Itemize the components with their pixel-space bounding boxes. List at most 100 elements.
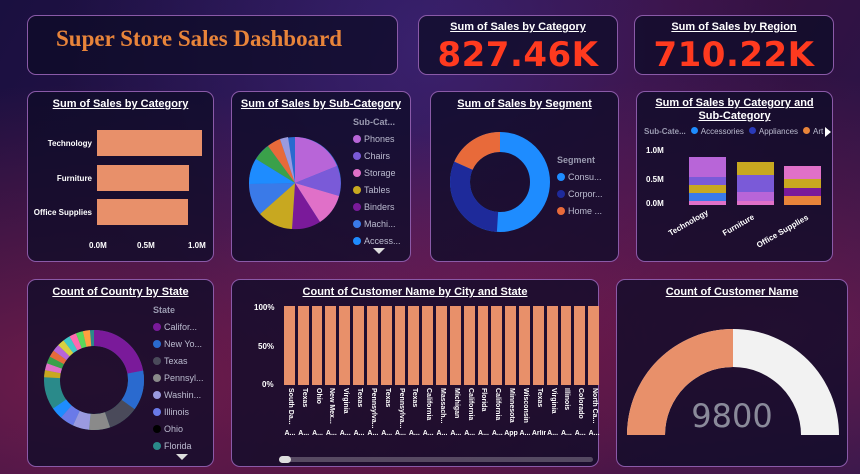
state-donut-card[interactable]: Count of Country by State State Califor.… xyxy=(27,279,214,467)
stack-segment xyxy=(689,157,726,177)
legend-item[interactable]: Califor... xyxy=(153,318,204,335)
state-label: Appl... xyxy=(504,430,518,437)
x-tick-0: 0.0M xyxy=(89,241,107,250)
legend-item[interactable]: Access... xyxy=(353,232,401,249)
customer-gauge-card[interactable]: Count of Customer Name 9800 xyxy=(616,279,848,467)
legend-label: Chairs xyxy=(364,150,391,161)
legend-label: Consu... xyxy=(568,171,602,182)
city-bar[interactable] xyxy=(546,306,558,385)
city-bar[interactable] xyxy=(588,306,599,385)
legend-item[interactable]: Art xyxy=(803,127,823,136)
city-bar[interactable] xyxy=(284,306,295,385)
subcategory-pie-title: Sum of Sales by Sub-Category xyxy=(240,98,402,110)
cat-subcat-title-line1: Sum of Sales by Category and xyxy=(655,97,814,109)
legend-swatch xyxy=(353,134,361,143)
legend-item[interactable]: Ohio xyxy=(153,420,204,437)
horizontal-scrollbar[interactable] xyxy=(279,456,593,463)
state-label: A... xyxy=(436,430,448,437)
legend-swatch xyxy=(353,185,361,194)
state-label: A... xyxy=(464,430,476,437)
city-bar[interactable] xyxy=(491,306,503,385)
kpi-region-card[interactable]: Sum of Sales by Region 710.22K xyxy=(634,15,834,75)
legend-next-icon[interactable] xyxy=(825,127,831,137)
scroll-down-icon[interactable] xyxy=(373,248,385,254)
bar-furniture[interactable] xyxy=(97,165,189,191)
city-bar[interactable] xyxy=(325,306,337,385)
legend-item[interactable]: Appliances xyxy=(748,127,799,136)
state-label: A... xyxy=(574,430,586,437)
city-bar[interactable] xyxy=(422,306,434,385)
state-label: A... xyxy=(588,430,600,437)
state-donut[interactable] xyxy=(42,328,146,432)
city-bar[interactable] xyxy=(380,306,392,385)
city-bar[interactable] xyxy=(477,306,489,385)
city-bar[interactable] xyxy=(394,306,406,385)
legend-item[interactable]: Pennsyl... xyxy=(153,369,204,386)
legend-item[interactable]: Corpor... xyxy=(557,185,603,202)
kpi-category-value: 827.46K xyxy=(437,35,599,75)
legend-label: Storage xyxy=(364,167,396,178)
legend-title: State xyxy=(153,304,176,315)
scroll-down-icon[interactable] xyxy=(176,454,188,460)
legend-swatch xyxy=(153,322,161,331)
bar-technology[interactable] xyxy=(97,130,202,156)
city-bar[interactable] xyxy=(574,306,586,385)
city-bar[interactable] xyxy=(560,306,572,385)
city-label: South Da... xyxy=(286,388,294,425)
legend-item[interactable]: Chairs xyxy=(353,147,401,164)
subcategory-pie-card[interactable]: Sum of Sales by Sub-Category Sub-Cat... … xyxy=(231,91,411,262)
legend-item[interactable]: Washin... xyxy=(153,386,204,403)
scrollbar-thumb[interactable] xyxy=(279,456,291,463)
city-bar[interactable] xyxy=(297,306,309,385)
state-label: A... xyxy=(450,430,462,437)
stack-segment xyxy=(784,187,821,197)
city-bar[interactable] xyxy=(505,306,517,385)
legend-label: Appliances xyxy=(758,127,799,136)
bar-office-supplies[interactable] xyxy=(97,199,188,225)
legend-item[interactable]: Binders xyxy=(353,198,401,215)
city-bar[interactable] xyxy=(311,306,323,385)
category-subcategory-card[interactable]: Sum of Sales by Category and Sub-Categor… xyxy=(636,91,833,262)
stack-technology[interactable] xyxy=(689,157,726,205)
city-label: Florida xyxy=(480,388,488,412)
legend-item[interactable]: Illinois xyxy=(153,403,204,420)
city-bar[interactable] xyxy=(463,306,475,385)
city-label: Pennsylva... xyxy=(397,388,405,429)
city-bar[interactable] xyxy=(339,306,351,385)
segment-donut[interactable] xyxy=(448,130,552,234)
segment-donut-card[interactable]: Sum of Sales by Segment Segment Consu...… xyxy=(430,91,619,262)
legend-label: New Yo... xyxy=(164,338,203,349)
x-tick-1: 0.5M xyxy=(137,241,155,250)
city-bar[interactable] xyxy=(408,306,420,385)
subcategory-pie[interactable] xyxy=(248,136,342,230)
stack-office-supplies[interactable] xyxy=(784,166,821,206)
legend-item[interactable]: Machi... xyxy=(353,215,401,232)
city-bar[interactable] xyxy=(449,306,461,385)
stack-segment xyxy=(784,179,821,188)
city-bar[interactable] xyxy=(519,306,530,385)
city-bar[interactable] xyxy=(532,306,544,385)
title-card: Super Store Sales Dashboard xyxy=(27,15,398,75)
bar-label-office-supplies: Office Supplies xyxy=(33,208,92,217)
kpi-region-title: Sum of Sales by Region xyxy=(671,21,797,33)
legend-item[interactable]: Storage xyxy=(353,164,401,181)
city-bar[interactable] xyxy=(366,306,378,385)
city-bar[interactable] xyxy=(353,306,364,385)
stack-segment xyxy=(689,201,726,205)
legend-item[interactable]: Texas xyxy=(153,352,204,369)
city-label: Colorado xyxy=(577,388,585,419)
legend-item[interactable]: Consu... xyxy=(557,168,603,185)
kpi-category-card[interactable]: Sum of Sales by Category 827.46K xyxy=(418,15,618,75)
stack-furniture[interactable] xyxy=(737,162,774,205)
legend-item[interactable]: Phones xyxy=(353,130,401,147)
state-label: A... xyxy=(339,430,351,437)
legend-item[interactable]: New Yo... xyxy=(153,335,204,352)
legend-item[interactable]: Tables xyxy=(353,181,401,198)
legend-item[interactable]: Home ... xyxy=(557,202,603,219)
legend-swatch xyxy=(153,373,161,382)
legend-item[interactable]: Florida xyxy=(153,437,204,454)
category-bar-card[interactable]: Sum of Sales by Category Technology Furn… xyxy=(27,91,214,262)
legend-item[interactable]: Accessories xyxy=(690,127,744,136)
city-state-card[interactable]: Count of Customer Name by City and State… xyxy=(231,279,600,467)
city-bar[interactable] xyxy=(436,306,447,385)
